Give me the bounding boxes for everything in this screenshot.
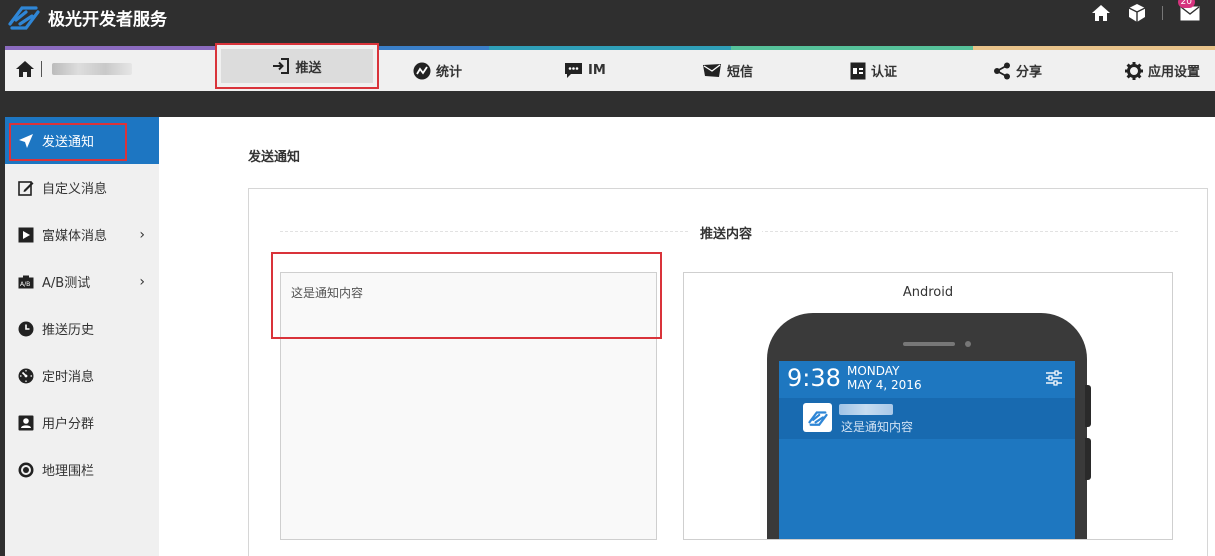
ab-icon: A/B: [18, 275, 34, 288]
module-tab-stats[interactable]: 统计: [413, 50, 462, 91]
user-icon: [18, 415, 34, 430]
sidebar-item-user-segments[interactable]: 用户分群: [5, 399, 159, 446]
module-tab-push[interactable]: 推送: [215, 43, 379, 89]
timer-icon: [18, 368, 34, 383]
mail-icon[interactable]: 20: [1177, 0, 1201, 24]
sidebar-item-label: 定时消息: [42, 370, 95, 385]
module-tab-label: 统计: [436, 65, 463, 80]
sliders-icon: [1046, 370, 1062, 386]
module-tab-settings[interactable]: 应用设置: [1125, 50, 1200, 91]
id-card-icon: [850, 62, 866, 79]
sidebar-item-rich-media[interactable]: 富媒体消息 ›: [5, 211, 159, 258]
notification-card: 这是通知内容: [779, 398, 1075, 439]
clock-icon: [18, 321, 34, 336]
sidebar-item-label: 推送历史: [42, 323, 95, 338]
module-tab-label: 分享: [1016, 65, 1043, 80]
jiguang-logo-icon: [8, 6, 40, 30]
top-separator: [1162, 6, 1163, 20]
mail-badge: 20: [1177, 0, 1195, 8]
sidebar-item-send-notification[interactable]: 发送通知: [5, 117, 159, 164]
edit-icon: [18, 180, 34, 196]
module-tab-share[interactable]: 分享: [993, 50, 1042, 91]
module-tab-label: 应用设置: [1148, 65, 1201, 80]
sidebar-item-custom-message[interactable]: 自定义消息: [5, 164, 159, 211]
module-tab-label: 认证: [871, 65, 898, 80]
target-icon: [18, 462, 34, 477]
module-tab-auth[interactable]: 认证: [850, 50, 897, 91]
top-bar: 极光开发者服务 20: [0, 0, 1215, 44]
sidebar-item-scheduled[interactable]: 定时消息: [5, 352, 159, 399]
highlight-box: [9, 123, 127, 161]
chevron-right-icon: ›: [139, 227, 145, 243]
highlight-box: [271, 252, 662, 339]
module-tab-label: 推送: [295, 60, 322, 76]
gear-icon: [1125, 61, 1143, 80]
play-icon: [18, 227, 34, 242]
breadcrumb-separator: [41, 61, 42, 77]
sidebar: 发送通知 自定义消息 富媒体消息 › A/B A/B测试 › 推送历史 定时消息…: [5, 117, 159, 556]
phone-camera: [965, 341, 971, 347]
sidebar-item-label: 自定义消息: [42, 182, 108, 197]
phone-screen: 9:38 MONDAY MAY 4, 2016 这是通知内容: [779, 361, 1075, 539]
phone-mockup: 9:38 MONDAY MAY 4, 2016 这是通知内容: [767, 313, 1091, 539]
module-tab-label: 短信: [727, 65, 754, 80]
notification-text: 这是通知内容: [841, 420, 914, 434]
chat-icon: [565, 63, 582, 78]
home-icon[interactable]: [1090, 2, 1112, 24]
phone-side-button: [1085, 438, 1091, 480]
cube-icon[interactable]: [1126, 2, 1148, 24]
page-title: 发送通知: [248, 150, 301, 165]
chevron-right-icon: ›: [139, 274, 145, 290]
chart-icon: [413, 62, 431, 79]
phone-status: 9:38 MONDAY MAY 4, 2016: [779, 361, 1075, 398]
android-preview: Android 9:38 MONDAY MAY 4, 2016 这是通知内容: [683, 272, 1173, 540]
nav-band: [0, 91, 1215, 117]
sms-icon: [703, 64, 721, 77]
login-icon: [273, 58, 290, 74]
section-title: 推送内容: [690, 223, 763, 242]
module-tab-sms[interactable]: 短信: [702, 50, 753, 91]
phone-clock: 9:38: [787, 364, 841, 392]
sidebar-item-label: 富媒体消息: [42, 229, 108, 244]
sidebar-item-geofence[interactable]: 地理围栏: [5, 446, 159, 493]
share-icon: [994, 62, 1010, 79]
main-content: 发送通知 推送内容 这是通知内容 Android 9:38 MONDAY MAY…: [159, 117, 1215, 556]
sidebar-item-ab-test[interactable]: A/B A/B测试 ›: [5, 258, 159, 305]
app-name-blurred[interactable]: [52, 63, 132, 75]
module-tab-label: IM: [588, 63, 606, 78]
phone-speaker: [903, 342, 955, 346]
push-panel: 推送内容 这是通知内容 Android 9:38 MONDAY MAY 4, 2…: [248, 188, 1208, 556]
module-nav: 推送 统计 IM 短信 认证 分享 应用设置: [5, 43, 1215, 91]
phone-side-button: [1085, 385, 1091, 427]
phone-day: MONDAY: [847, 364, 900, 378]
sidebar-item-label: A/B测试: [42, 276, 91, 291]
sidebar-item-label: 地理围栏: [42, 464, 95, 479]
svg-text:A/B: A/B: [20, 281, 30, 288]
preview-title: Android: [902, 285, 954, 300]
brand-title: 极光开发者服务: [48, 9, 167, 30]
phone-date-text: MAY 4, 2016: [847, 378, 922, 392]
phone-date: MONDAY MAY 4, 2016: [847, 364, 922, 392]
breadcrumb: [15, 60, 132, 78]
brand[interactable]: 极光开发者服务: [6, 2, 167, 32]
sidebar-item-label: 用户分群: [42, 417, 95, 432]
app-name-blurred: [839, 404, 893, 415]
jiguang-logo-icon: [807, 410, 828, 426]
top-icons: 20: [1090, 0, 1215, 26]
app-icon: [803, 403, 832, 432]
home-icon[interactable]: [15, 60, 35, 78]
module-tab-im[interactable]: IM: [564, 50, 606, 91]
sidebar-item-push-history[interactable]: 推送历史: [5, 305, 159, 352]
